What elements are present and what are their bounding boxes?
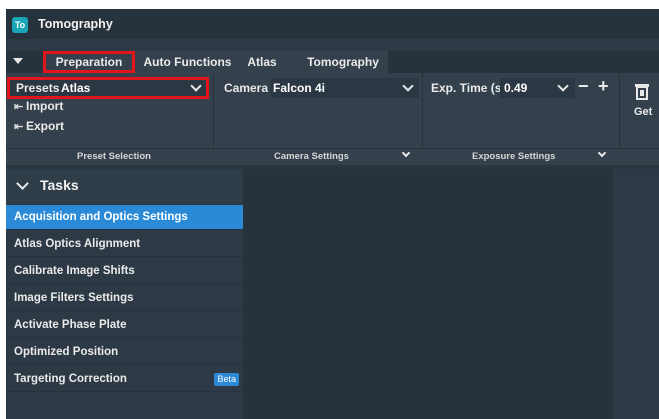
export-label: Export: [26, 119, 65, 133]
get-button[interactable]: Get: [634, 106, 652, 118]
task-optimized-position[interactable]: Optimized Position: [6, 340, 243, 365]
camera-label: Camera: [224, 81, 269, 95]
task-targeting-correction-label: Targeting Correction: [14, 373, 127, 385]
import-icon: ⇤: [14, 101, 24, 113]
exposure-increase-button[interactable]: +: [598, 76, 609, 96]
exposure-value[interactable]: 0.49: [504, 81, 527, 95]
task-calibrate-image-shifts[interactable]: Calibrate Image Shifts: [6, 259, 243, 284]
task-atlas-optics-alignment[interactable]: Atlas Optics Alignment: [6, 232, 243, 257]
app-logo-icon: To: [12, 17, 28, 33]
import-button[interactable]: ⇤ Import: [14, 99, 63, 113]
app-window: To Tomography Preparation Auto Functions…: [6, 9, 659, 419]
exposure-settings-caption: Exposure Settings: [472, 151, 556, 162]
preset-selection-caption: Preset Selection: [77, 151, 151, 162]
tab-atlas[interactable]: Atlas: [242, 51, 282, 73]
camera-settings-caption: Camera Settings: [274, 151, 349, 162]
main-content-area: [243, 169, 613, 419]
task-acquisition-optics-settings[interactable]: Acquisition and Optics Settings: [6, 205, 243, 230]
get-icon[interactable]: [634, 81, 650, 101]
presets-value[interactable]: Atlas: [61, 81, 90, 95]
task-activate-phase-plate[interactable]: Activate Phase Plate: [6, 313, 243, 338]
exposure-decrease-button[interactable]: −: [578, 76, 589, 96]
app-title: Tomography: [38, 17, 113, 31]
exposure-label: Exp. Time (s): [431, 81, 506, 95]
presets-label: Presets: [16, 81, 60, 95]
task-image-filters-settings[interactable]: Image Filters Settings: [6, 286, 243, 311]
beta-badge: Beta: [214, 373, 239, 386]
import-label: Import: [26, 99, 64, 113]
export-button[interactable]: ⇤ Export: [14, 119, 64, 133]
tasks-title: Tasks: [40, 177, 79, 193]
tab-tomography[interactable]: Tomography: [303, 51, 383, 73]
tab-preparation[interactable]: Preparation: [43, 51, 135, 73]
camera-value[interactable]: Falcon 4i: [273, 81, 325, 95]
right-panel: [613, 169, 659, 419]
tab-auto-functions[interactable]: Auto Functions: [139, 51, 236, 73]
task-targeting-correction[interactable]: Targeting Correction Beta: [6, 367, 243, 392]
collapse-ribbon-icon[interactable]: [13, 58, 23, 64]
export-icon: ⇤: [14, 121, 24, 133]
